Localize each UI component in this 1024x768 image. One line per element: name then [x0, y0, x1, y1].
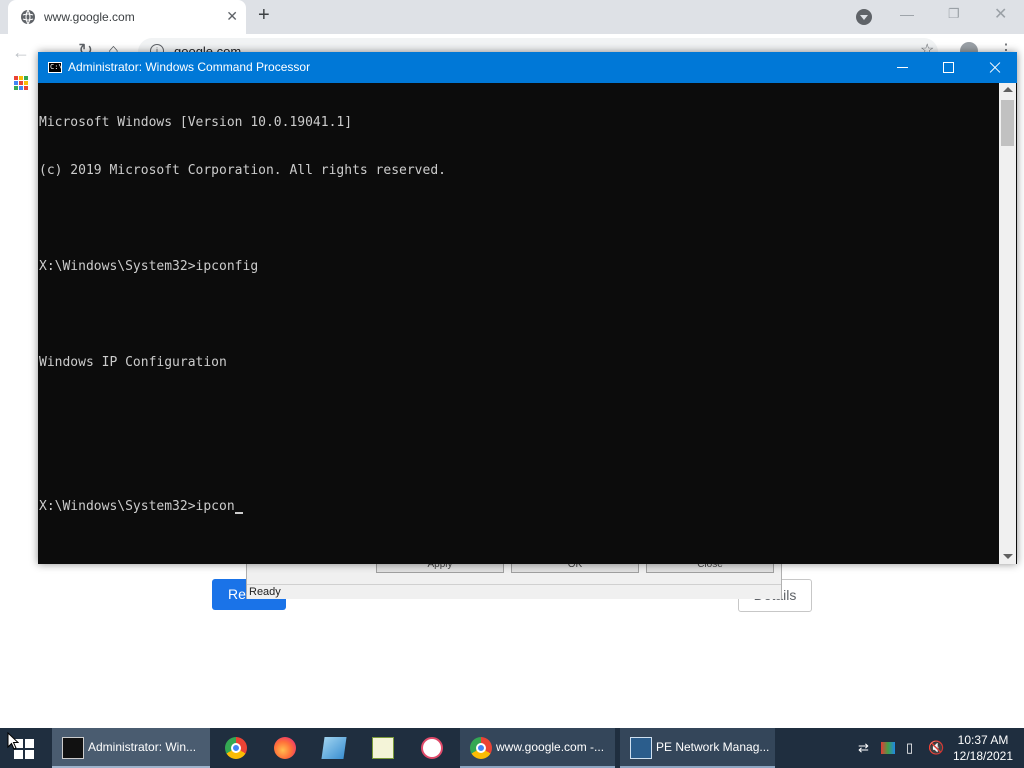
- text-cursor: [234, 512, 243, 514]
- cmd-title: Administrator: Windows Command Processor: [68, 60, 311, 74]
- close-icon[interactable]: [980, 52, 1010, 83]
- network-manager-icon: [630, 737, 652, 759]
- clock-date: 12/18/2021: [952, 749, 1014, 763]
- minimize-icon[interactable]: [888, 52, 918, 83]
- firefox-icon: [274, 737, 296, 759]
- browser-tab[interactable]: www.google.com ✕: [8, 0, 246, 34]
- new-tab-button[interactable]: +: [258, 4, 270, 27]
- cmd-icon: [62, 737, 84, 759]
- console-line: Microsoft Windows [Version 10.0.19041.1]: [39, 115, 353, 130]
- taskbar-pin-paint[interactable]: [408, 728, 456, 768]
- taskbar-pin-editor[interactable]: [359, 728, 407, 768]
- browser-restore-icon[interactable]: ❐: [948, 6, 960, 22]
- cmd-titlebar[interactable]: C:\ Administrator: Windows Command Proce…: [38, 52, 1017, 83]
- browser-close-icon[interactable]: ✕: [994, 4, 1007, 24]
- system-clock[interactable]: 10:37 AM 12/18/2021: [950, 732, 1016, 764]
- scrollbar-thumb[interactable]: [1001, 100, 1014, 146]
- windows-logo-pane: [14, 750, 23, 759]
- scroll-down-arrow-icon[interactable]: [1003, 554, 1013, 559]
- taskbar-pin-chrome[interactable]: [212, 728, 260, 768]
- windows-logo-pane: [25, 750, 34, 759]
- vertical-scrollbar[interactable]: [999, 83, 1016, 564]
- console-prompt-text: X:\Windows\System32>ipcon: [39, 499, 235, 514]
- console-line: Windows IP Configuration: [39, 355, 227, 370]
- taskbar-item-label: www.google.com -...: [496, 740, 605, 754]
- paint-icon: [421, 737, 443, 759]
- console-line: (c) 2019 Microsoft Corporation. All righ…: [39, 163, 446, 178]
- tab-close-icon[interactable]: ✕: [226, 8, 238, 25]
- volume-muted-icon[interactable]: 🔇: [928, 740, 944, 756]
- taskbar-pin-firefox[interactable]: [261, 728, 309, 768]
- console-output[interactable]: Microsoft Windows [Version 10.0.19041.1]…: [39, 83, 997, 563]
- command-prompt-window: C:\ Administrator: Windows Command Proce…: [38, 52, 1017, 564]
- taskbar: Administrator: Win... www.google.com -..…: [0, 728, 1024, 768]
- browser-tabstrip: www.google.com ✕ + — ❐ ✕: [0, 0, 1024, 34]
- taskbar-item-label: PE Network Manag...: [656, 740, 770, 754]
- usb-tray-icon[interactable]: ▯: [906, 740, 913, 756]
- chrome-icon: [470, 737, 492, 759]
- scroll-up-arrow-icon[interactable]: [1003, 87, 1013, 92]
- console-line: X:\Windows\System32>ipconfig: [39, 259, 259, 274]
- taskbar-item-cmd[interactable]: Administrator: Win...: [52, 728, 210, 768]
- clock-time: 10:37 AM: [957, 733, 1009, 747]
- chrome-icon: [225, 737, 247, 759]
- taskbar-pin-notepad[interactable]: [310, 728, 358, 768]
- browser-minimize-icon[interactable]: —: [900, 6, 914, 22]
- mouse-pointer-icon: [7, 732, 19, 750]
- display-tray-icon[interactable]: [881, 742, 895, 754]
- maximize-icon[interactable]: [934, 52, 964, 83]
- back-arrow-icon[interactable]: ←: [12, 42, 30, 63]
- notepad-icon: [321, 737, 347, 759]
- network-tray-icon[interactable]: ⇄: [858, 740, 869, 756]
- taskbar-item-network-manager[interactable]: PE Network Manag...: [620, 728, 775, 768]
- editor-icon: [372, 737, 394, 759]
- tab-title: www.google.com: [44, 10, 135, 24]
- console-input-line[interactable]: X:\Windows\System32>ipcon: [39, 499, 997, 515]
- globe-icon: [21, 9, 35, 25]
- cmd-icon: C:\: [48, 62, 63, 73]
- taskbar-item-label: Administrator: Win...: [88, 740, 197, 754]
- windows-logo-pane: [25, 739, 34, 748]
- apps-grid-icon[interactable]: [14, 76, 28, 90]
- taskbar-item-chrome[interactable]: www.google.com -...: [460, 728, 615, 768]
- tab-search-icon[interactable]: [856, 9, 872, 25]
- status-bar: Ready: [247, 584, 781, 599]
